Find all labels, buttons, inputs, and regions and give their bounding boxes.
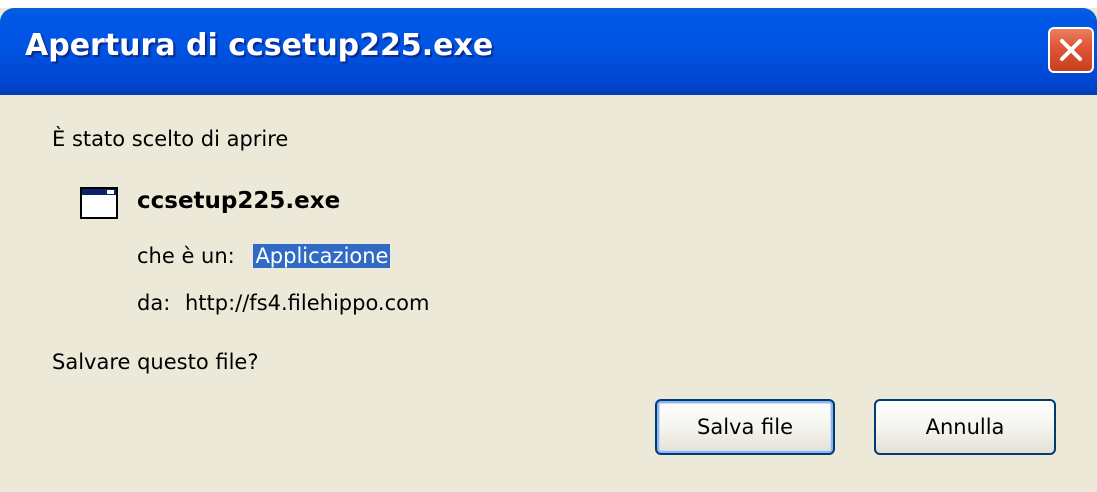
file-source-label: da: xyxy=(137,291,171,315)
file-type-label: che è un: xyxy=(137,244,235,268)
save-question: Salvare questo file? xyxy=(52,350,259,374)
close-button[interactable] xyxy=(1048,27,1094,73)
window-title: Apertura di ccsetup225.exe xyxy=(25,28,494,63)
title-bar[interactable]: Apertura di ccsetup225.exe xyxy=(0,8,1097,95)
application-window-icon xyxy=(80,187,118,219)
file-open-dialog: Apertura di ccsetup225.exe È stato scelt… xyxy=(0,8,1097,492)
cancel-button[interactable]: Annulla xyxy=(874,399,1056,455)
close-icon xyxy=(1060,39,1082,61)
file-source-value: http://fs4.filehippo.com xyxy=(184,291,430,315)
file-type-value[interactable]: Applicazione xyxy=(253,244,391,268)
file-source-row: da: http://fs4.filehippo.com xyxy=(137,291,429,315)
intro-text: È stato scelto di aprire xyxy=(52,127,289,151)
file-name: ccsetup225.exe xyxy=(137,188,341,214)
file-type-row: che è un: Applicazione xyxy=(137,244,391,268)
save-file-button[interactable]: Salva file xyxy=(655,399,835,455)
